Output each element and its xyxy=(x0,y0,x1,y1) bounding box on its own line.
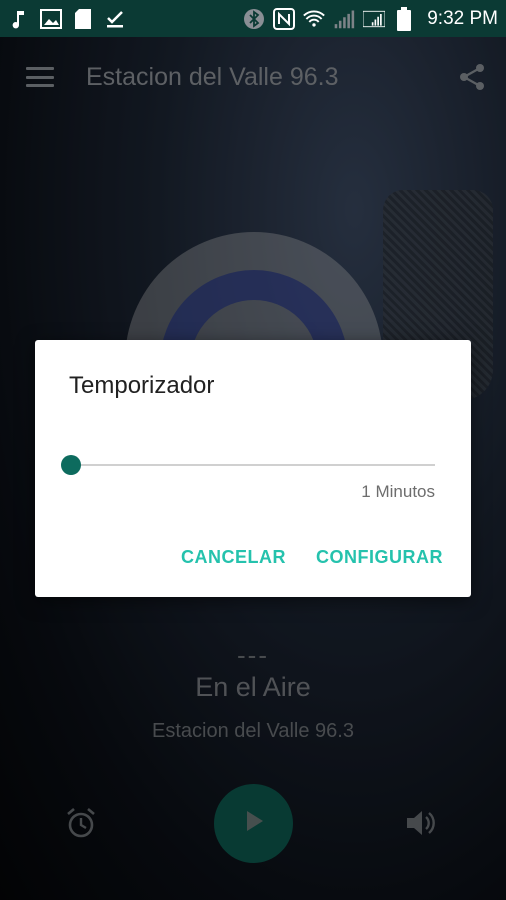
signal-icon xyxy=(333,8,355,30)
cancel-button[interactable]: CANCELAR xyxy=(181,547,286,568)
dialog-title: Temporizador xyxy=(69,372,215,399)
sd-card-icon xyxy=(72,8,94,30)
bluetooth-icon xyxy=(243,8,265,30)
signal-icon xyxy=(363,8,386,30)
timer-slider-track[interactable] xyxy=(71,464,435,466)
status-time: 9:32 PM xyxy=(427,7,498,29)
slider-value-label: 1 Minutos xyxy=(361,482,435,501)
timer-dialog: Temporizador 1 Minutos CANCELAR CONFIGUR… xyxy=(35,340,471,597)
battery-icon xyxy=(393,6,415,31)
timer-slider-thumb[interactable] xyxy=(61,455,81,475)
image-icon xyxy=(40,8,62,30)
music-note-icon xyxy=(8,8,30,30)
wifi-icon xyxy=(303,8,326,30)
download-done-icon xyxy=(104,8,126,30)
configure-button[interactable]: CONFIGURAR xyxy=(316,547,443,568)
status-bar: 9:32 PM xyxy=(0,0,506,37)
nfc-icon xyxy=(273,7,296,30)
